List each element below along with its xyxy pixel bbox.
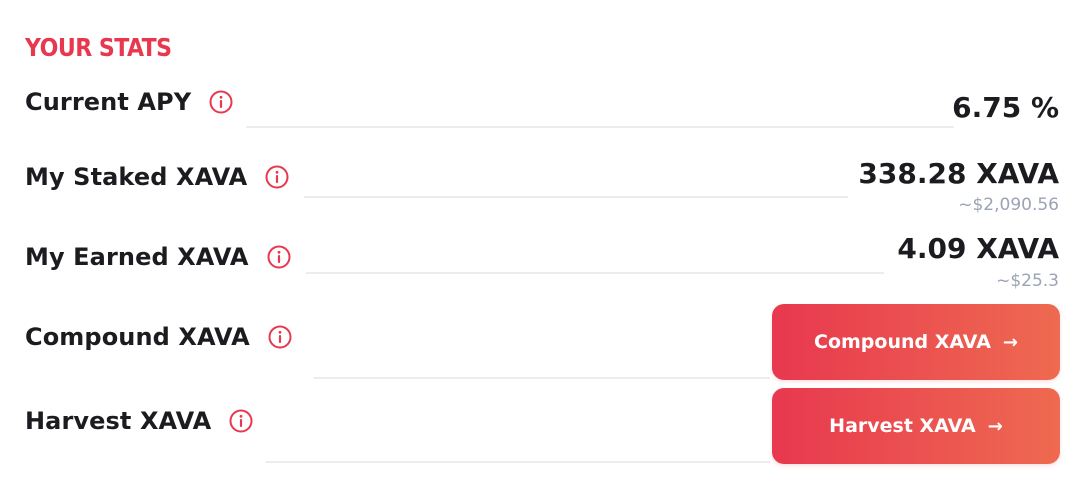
- info-icon[interactable]: [265, 165, 289, 189]
- info-icon[interactable]: [209, 90, 233, 114]
- my-earned-label: My Earned XAVA: [25, 243, 249, 271]
- harvest-button-label: Harvest XAVA: [829, 415, 976, 437]
- info-icon[interactable]: [229, 409, 253, 433]
- my-staked-label: My Staked XAVA: [25, 163, 248, 191]
- my-earned-usd: ~$25.3: [996, 271, 1059, 291]
- row-my-earned: My Earned XAVA: [25, 243, 291, 271]
- row-harvest: Harvest XAVA: [25, 407, 253, 435]
- arrow-right-icon: →: [987, 415, 1003, 437]
- row-compound: Compound XAVA: [25, 323, 292, 351]
- compound-xava-button[interactable]: Compound XAVA →: [772, 304, 1060, 380]
- section-title: YOUR STATS: [25, 33, 172, 62]
- current-apy-value: 6.75 %: [952, 91, 1059, 124]
- row-my-staked: My Staked XAVA: [25, 163, 289, 191]
- compound-label: Compound XAVA: [25, 323, 250, 351]
- row-divider: [266, 461, 770, 463]
- info-icon[interactable]: [268, 325, 292, 349]
- current-apy-label: Current APY: [25, 88, 192, 116]
- compound-button-label: Compound XAVA: [814, 331, 991, 353]
- my-earned-value: 4.09 XAVA: [897, 232, 1059, 265]
- my-staked-usd: ~$2,090.56: [958, 195, 1059, 215]
- row-divider: [304, 196, 848, 198]
- harvest-label: Harvest XAVA: [25, 407, 212, 435]
- info-icon[interactable]: [267, 245, 291, 269]
- row-current-apy: Current APY: [25, 88, 233, 116]
- row-divider: [246, 126, 954, 128]
- my-staked-value: 338.28 XAVA: [858, 157, 1059, 190]
- arrow-right-icon: →: [1002, 331, 1018, 353]
- harvest-xava-button[interactable]: Harvest XAVA →: [772, 388, 1060, 464]
- row-divider: [306, 272, 884, 274]
- row-divider: [314, 377, 770, 379]
